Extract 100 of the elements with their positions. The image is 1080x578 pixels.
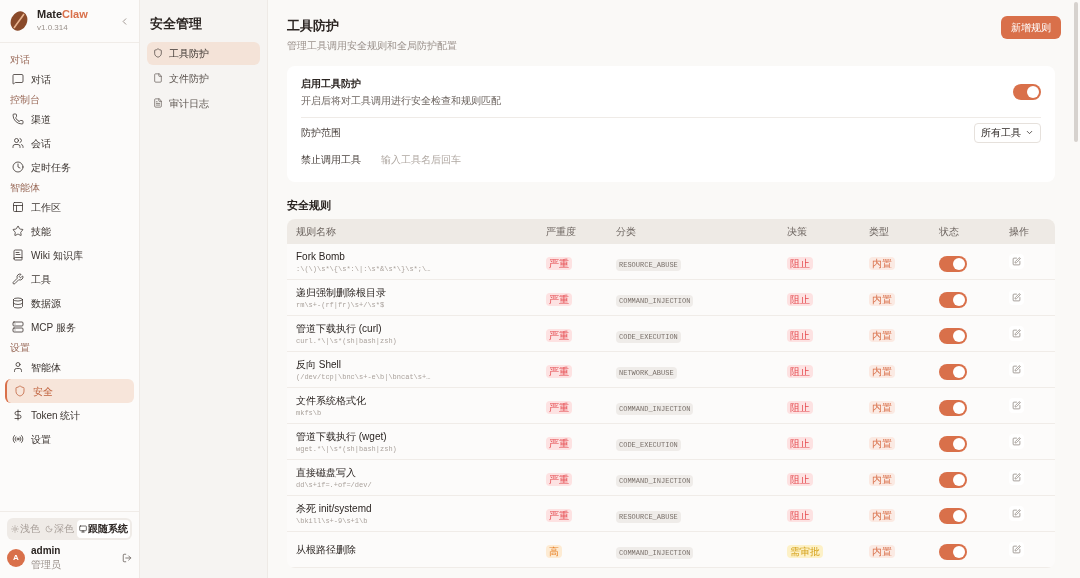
edit-icon — [1012, 473, 1021, 482]
chat-icon — [12, 73, 24, 85]
radio-icon — [12, 433, 24, 445]
edit-button[interactable] — [1009, 290, 1024, 305]
decision-badge: 阻止 — [787, 256, 813, 270]
page-subtitle: 管理工具调用安全规则和全局防护配置 — [287, 38, 457, 53]
nav-item[interactable]: 会话 — [5, 131, 134, 155]
edit-button[interactable] — [1009, 506, 1024, 521]
logout-icon[interactable] — [122, 553, 132, 564]
coffee-bean-logo-icon — [9, 10, 29, 32]
dollar-icon — [12, 409, 24, 421]
setting-label: 禁止调用工具 — [301, 153, 361, 167]
rule-toggle[interactable] — [939, 435, 967, 452]
nav-item[interactable]: 渠道 — [5, 107, 134, 131]
edit-button[interactable] — [1009, 542, 1024, 557]
scrollbar-thumb[interactable] — [1074, 2, 1078, 142]
rule-name: 直接磁盘写入 — [296, 465, 357, 480]
sub-nav-item[interactable]: 审计日志 — [147, 91, 260, 115]
severity-badge: 高 — [546, 544, 562, 558]
section-title: 安全管理 — [149, 15, 203, 33]
nav-item[interactable]: 技能 — [5, 219, 134, 243]
rule-toggle[interactable] — [939, 471, 967, 488]
rule-name: 文件系统格式化 — [296, 393, 367, 408]
edit-button[interactable] — [1009, 434, 1024, 449]
tool-name-input[interactable]: 输入工具名后回车 — [381, 152, 1041, 167]
rule-toggle[interactable] — [939, 291, 967, 308]
nav-item[interactable]: Wiki 知识库 — [5, 243, 134, 267]
nav-item[interactable]: 定时任务 — [5, 155, 134, 179]
server-icon — [12, 321, 24, 333]
nav-section-heading: 控制台 — [9, 92, 41, 107]
edit-icon — [1012, 329, 1021, 338]
rule-toggle[interactable] — [939, 507, 967, 524]
column-header: 分类 — [616, 225, 637, 239]
sub-nav-item[interactable]: 工具防护 — [147, 41, 260, 65]
nav-item[interactable]: 工作区 — [5, 195, 134, 219]
nav-item[interactable]: 设置 — [5, 427, 134, 451]
type-badge: 内置 — [869, 328, 895, 342]
sun-icon — [11, 524, 19, 533]
edit-button[interactable] — [1009, 470, 1024, 485]
phone-icon — [12, 113, 24, 125]
type-badge: 内置 — [869, 292, 895, 306]
edit-icon — [1012, 293, 1021, 302]
type-badge: 内置 — [869, 400, 895, 414]
edit-button[interactable] — [1009, 362, 1024, 377]
edit-icon — [1012, 437, 1021, 446]
type-badge: 内置 — [869, 472, 895, 486]
type-badge: 内置 — [869, 256, 895, 270]
database-icon — [12, 297, 24, 309]
nav-item[interactable]: 安全 — [5, 379, 134, 403]
nav-item[interactable]: 工具 — [5, 267, 134, 291]
edit-icon — [1012, 509, 1021, 518]
app-name: MateClaw — [37, 8, 89, 22]
user-role: 管理员 — [31, 558, 62, 572]
layout-icon — [12, 201, 24, 213]
edit-button[interactable] — [1009, 254, 1024, 269]
severity-badge: 严重 — [546, 364, 572, 378]
type-badge: 内置 — [869, 436, 895, 450]
nav-item[interactable]: MCP 服务 — [5, 315, 134, 339]
nav-item[interactable]: Token 统计 — [5, 403, 134, 427]
severity-badge: 严重 — [546, 508, 572, 522]
severity-badge: 严重 — [546, 292, 572, 306]
decision-badge: 阻止 — [787, 364, 813, 378]
decision-badge: 阻止 — [787, 436, 813, 450]
file-icon — [153, 73, 163, 83]
column-header: 操作 — [1009, 225, 1029, 239]
decision-badge: 需审批 — [787, 544, 823, 558]
nav-section-heading: 设置 — [9, 340, 31, 355]
moon-icon — [45, 524, 53, 533]
rule-name: 递归强制删除根目录 — [296, 285, 387, 300]
avatar: A — [7, 549, 25, 568]
edit-button[interactable] — [1009, 398, 1024, 413]
rule-toggle[interactable] — [939, 363, 967, 380]
scope-select[interactable]: 所有工具 — [974, 122, 1041, 143]
theme-option[interactable]: 跟随系统 — [77, 519, 130, 538]
rule-toggle[interactable] — [939, 543, 967, 560]
nav-item[interactable]: 智能体 — [5, 355, 134, 379]
edit-button[interactable] — [1009, 326, 1024, 341]
setting-label: 防护范围 — [301, 126, 341, 140]
column-header: 类型 — [869, 225, 890, 239]
nav-item[interactable]: 数据源 — [5, 291, 134, 315]
rules-title: 安全规则 — [287, 197, 332, 213]
shield-icon — [14, 385, 26, 397]
nav-item[interactable]: 对话 — [5, 67, 134, 91]
setting-title: 启用工具防护 — [301, 76, 362, 91]
decision-badge: 阻止 — [787, 328, 813, 342]
column-header: 决策 — [787, 225, 808, 239]
severity-badge: 严重 — [546, 400, 572, 414]
rule-name: Fork Bomb — [296, 249, 346, 264]
protection-toggle[interactable] — [1013, 83, 1041, 100]
rule-toggle[interactable] — [939, 399, 967, 416]
sub-nav-item[interactable]: 文件防护 — [147, 66, 260, 90]
edit-icon — [1012, 401, 1021, 410]
rule-toggle[interactable] — [939, 255, 967, 272]
rule-name: 杀死 init/systemd — [296, 501, 373, 516]
decision-badge: 阻止 — [787, 508, 813, 522]
wrench-icon — [12, 273, 24, 285]
rule-toggle[interactable] — [939, 327, 967, 344]
decision-badge: 阻止 — [787, 400, 813, 414]
app-version: v1.0.314 — [37, 21, 69, 34]
severity-badge: 严重 — [546, 256, 572, 270]
